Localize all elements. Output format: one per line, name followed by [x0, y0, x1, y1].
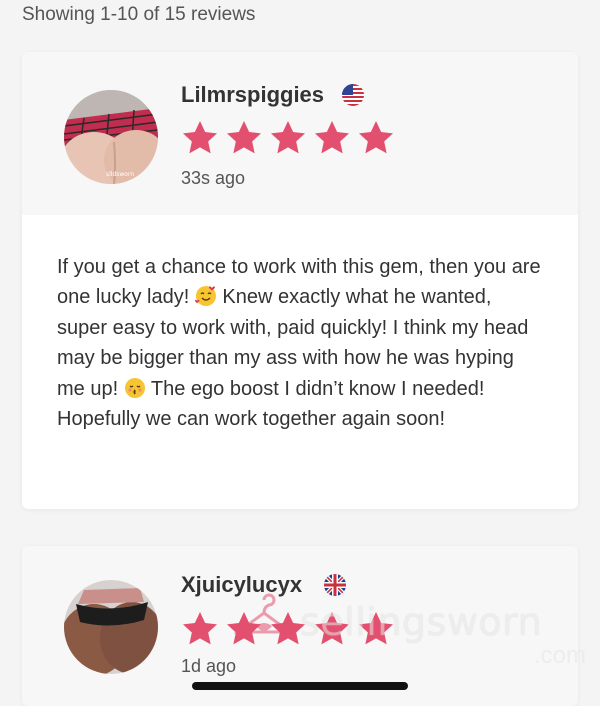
watermark-text: sellingsworn: [300, 600, 543, 644]
svg-text:slldsworn: slldsworn: [106, 171, 134, 178]
review-timestamp: 1d ago: [181, 656, 237, 676]
star-icon: [224, 118, 264, 158]
avatar-photo: [64, 580, 158, 674]
avatar-photo: slldsworn: [64, 90, 158, 184]
home-indicator: [192, 682, 408, 690]
smiling-face-with-hearts-icon: [194, 285, 217, 307]
hanger-icon: [228, 586, 300, 658]
avatar[interactable]: [64, 580, 158, 674]
reviewer-name[interactable]: Lilmrspiggies: [181, 82, 324, 108]
review-count-summary: Showing 1-10 of 15 reviews: [22, 4, 256, 25]
review-card: slldsworn Lilmrspiggies 33s ago If you g…: [22, 52, 578, 509]
star-icon: [356, 118, 396, 158]
site-watermark: sellingsworn .com: [228, 586, 586, 669]
review-timestamp: 33s ago: [181, 168, 246, 188]
kissing-face-icon: [124, 377, 146, 399]
star-icon: [268, 118, 308, 158]
avatar[interactable]: slldsworn: [64, 90, 158, 184]
star-icon: [180, 609, 220, 649]
us-flag-icon: [342, 84, 364, 106]
watermark-domain-suffix: .com: [534, 642, 587, 669]
star-rating: [180, 118, 396, 158]
star-icon: [312, 118, 352, 158]
review-text: If you get a chance to work with this ge…: [57, 252, 547, 434]
star-icon: [180, 118, 220, 158]
